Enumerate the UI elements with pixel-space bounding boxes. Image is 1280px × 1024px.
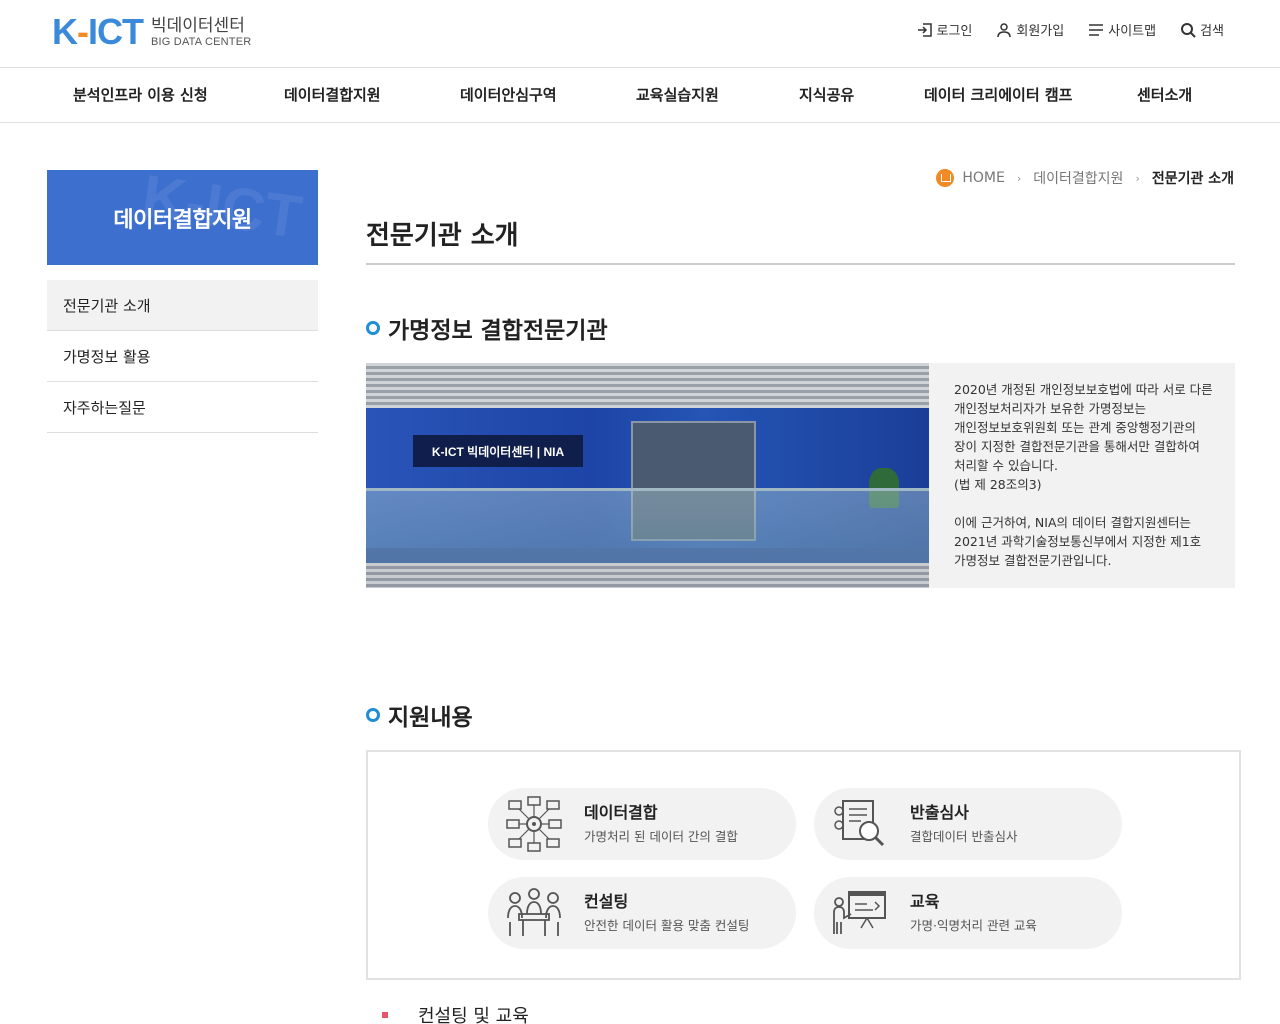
bottom-heading: 컨설팅 및 교육 bbox=[382, 1002, 529, 1024]
breadcrumb: HOME › 데이터결합지원 › 전문기관 소개 bbox=[936, 168, 1234, 188]
sidebar-title: K-ICT 데이터결합지원 bbox=[47, 170, 318, 265]
section-heading-institution: 가명정보 결합전문기관 bbox=[366, 311, 608, 345]
support-box: 데이터결합 가명처리 된 데이터 간의 결합 반출심사 결합데이터 반출심사 컨… bbox=[366, 750, 1241, 980]
presentation-icon bbox=[833, 891, 886, 934]
breadcrumb-level1[interactable]: 데이터결합지원 bbox=[1033, 168, 1123, 188]
chevron-right-icon: › bbox=[1135, 171, 1140, 185]
document-magnifier-icon bbox=[834, 800, 885, 847]
login-link[interactable]: 로그인 bbox=[917, 20, 972, 39]
section-heading-support: 지원내용 bbox=[366, 698, 473, 732]
breadcrumb-home[interactable]: HOME bbox=[962, 170, 1004, 186]
description-para-1: 2020년 개정된 개인정보보호법에 따라 서로 다른 개인정보처리자가 보유한… bbox=[954, 382, 1213, 492]
sidebar-item-institution[interactable]: 전문기관 소개 bbox=[47, 280, 318, 331]
util-nav: 로그인 회원가입 사이트맵 검색 bbox=[917, 20, 1224, 39]
circle-bullet-icon bbox=[366, 708, 380, 722]
logo-en: BIG DATA CENTER bbox=[151, 35, 252, 48]
meeting-icon bbox=[507, 888, 561, 936]
main-nav: 분석인프라 이용 신청 데이터결합지원 데이터안심구역 교육실습지원 지식공유 … bbox=[0, 68, 1280, 123]
breadcrumb-current: 전문기관 소개 bbox=[1151, 171, 1234, 187]
join-link[interactable]: 회원가입 bbox=[996, 20, 1064, 39]
center-photo: K-ICT 빅데이터센터 | NIA bbox=[366, 363, 929, 588]
user-icon bbox=[997, 22, 1012, 37]
square-bullet-icon bbox=[382, 1012, 388, 1018]
logo-ko: 빅데이터센터 bbox=[151, 15, 245, 36]
gnb-item-camp[interactable]: 데이터 크리에이터 캠프 bbox=[924, 84, 1072, 105]
photo-sign: K-ICT 빅데이터센터 | NIA bbox=[413, 435, 583, 467]
chevron-right-icon: › bbox=[1016, 171, 1022, 185]
home-icon[interactable] bbox=[936, 169, 955, 187]
support-card-consulting[interactable]: 컨설팅 안전한 데이터 활용 맞춤 컨설팅 bbox=[488, 877, 796, 949]
support-card-combine[interactable]: 데이터결합 가명처리 된 데이터 간의 결합 bbox=[488, 788, 796, 860]
logo-mark: K-ICT bbox=[52, 11, 144, 52]
circle-bullet-icon bbox=[366, 321, 380, 335]
data-network-icon bbox=[506, 796, 562, 852]
support-card-education[interactable]: 교육 가명·익명처리 관련 교육 bbox=[814, 877, 1122, 949]
gnb-item-education[interactable]: 교육실습지원 bbox=[636, 84, 719, 105]
login-icon bbox=[917, 22, 932, 37]
gnb-item-combine[interactable]: 데이터결합지원 bbox=[284, 84, 381, 105]
page-title: 전문기관 소개 bbox=[366, 221, 519, 251]
institution-description: 2020년 개정된 개인정보보호법에 따라 서로 다른 개인정보처리자가 보유한… bbox=[929, 363, 1235, 588]
top-header: K-ICT 빅데이터센터 BIG DATA CENTER 로그인 회원가입 사이… bbox=[0, 0, 1280, 68]
site-logo[interactable]: K-ICT 빅데이터센터 BIG DATA CENTER bbox=[52, 14, 251, 50]
search-link[interactable]: 검색 bbox=[1180, 20, 1224, 39]
menu-icon bbox=[1089, 23, 1104, 36]
gnb-item-infra[interactable]: 분석인프라 이용 신청 bbox=[73, 84, 208, 105]
sitemap-link[interactable]: 사이트맵 bbox=[1088, 20, 1156, 39]
gnb-item-knowledge[interactable]: 지식공유 bbox=[799, 84, 854, 105]
support-card-review[interactable]: 반출심사 결합데이터 반출심사 bbox=[814, 788, 1122, 860]
sidebar-menu: 전문기관 소개 가명정보 활용 자주하는질문 bbox=[47, 280, 318, 433]
gnb-item-about[interactable]: 센터소개 bbox=[1137, 84, 1192, 105]
search-icon bbox=[1181, 22, 1196, 38]
sidebar-item-pseudonym[interactable]: 가명정보 활용 bbox=[47, 331, 318, 382]
description-para-2: 이에 근거하여, NIA의 데이터 결합지원센터는 2021년 과학기술정보통신… bbox=[954, 515, 1202, 568]
gnb-item-safezone[interactable]: 데이터안심구역 bbox=[460, 84, 557, 105]
divider bbox=[366, 263, 1235, 265]
sidebar-item-faq[interactable]: 자주하는질문 bbox=[47, 382, 318, 433]
